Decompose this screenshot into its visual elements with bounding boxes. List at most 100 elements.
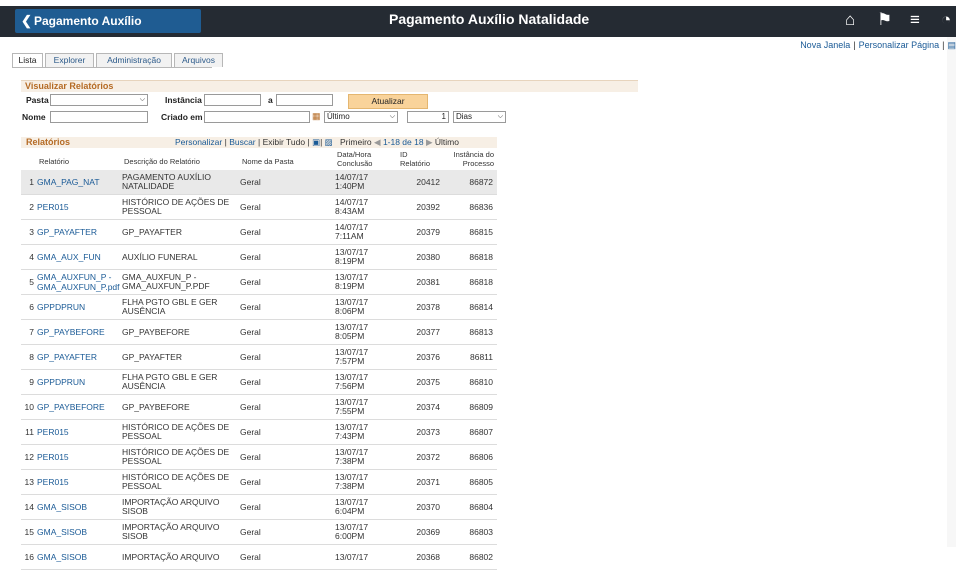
report-description: PAGAMENTO AUXÍLIO NATALIDADE bbox=[122, 170, 240, 195]
table-row[interactable]: 10 GP_PAYBEFORE GP_PAYBEFORE Geral 13/07/17 7… bbox=[21, 394, 497, 420]
header-top-strip bbox=[0, 0, 956, 6]
completion-datetime: 13/07/17 7:55PM bbox=[335, 394, 397, 420]
calendar-icon[interactable]: ▦ bbox=[312, 111, 321, 122]
chevron-left-icon: ❮ bbox=[21, 13, 32, 28]
back-button-label: Pagamento Auxílio Natalidade bbox=[34, 14, 142, 52]
created-on-input[interactable] bbox=[204, 111, 310, 123]
report-link[interactable]: PER015 bbox=[37, 469, 122, 495]
row-number: 4 bbox=[21, 244, 37, 270]
report-link[interactable]: GMA_SISOB bbox=[37, 494, 122, 520]
flag-icon[interactable]: ⚑ bbox=[877, 10, 892, 30]
instance-to-input[interactable] bbox=[276, 94, 333, 106]
table-row[interactable]: 6 GPPDPRUN FLHA PGTO GBL E GER AUSÊNCIA Ger… bbox=[21, 294, 497, 320]
report-link[interactable]: PER015 bbox=[37, 419, 122, 445]
report-link[interactable]: GMA_PAG_NAT bbox=[37, 170, 122, 195]
name-input[interactable] bbox=[50, 111, 148, 123]
col-data-hora[interactable]: Data/Hora Conclusão bbox=[337, 150, 372, 168]
home-icon[interactable]: ⌂ bbox=[845, 10, 855, 30]
table-row[interactable]: 7 GP_PAYBEFORE GP_PAYBEFORE Geral 13/07/17 8:… bbox=[21, 319, 497, 345]
table-row[interactable]: 12 PER015 HISTÓRICO DE AÇÕES DE PESSOAL Ger… bbox=[21, 444, 497, 470]
col-pasta[interactable]: Nome da Pasta bbox=[242, 157, 294, 166]
table-row[interactable]: 16 GMA_SISOB IMPORTAÇÃO ARQUIVO Geral 13/07/… bbox=[21, 544, 497, 570]
folder-label: Pasta bbox=[26, 95, 49, 105]
report-link[interactable]: GP_PAYBEFORE bbox=[37, 394, 122, 420]
instance-from-input[interactable] bbox=[204, 94, 261, 106]
folder-name: Geral bbox=[240, 319, 335, 345]
row-number: 7 bbox=[21, 319, 37, 345]
col-relatorio[interactable]: Relatório bbox=[39, 157, 69, 166]
table-row[interactable]: 1 GMA_PAG_NAT PAGAMENTO AUXÍLIO NATALIDADE… bbox=[21, 170, 497, 195]
tab-lista[interactable]: Lista bbox=[12, 53, 43, 67]
first-page-link[interactable]: Primeiro bbox=[340, 137, 372, 147]
table-row[interactable]: 5 GMA_AUXFUN_P - GMA_AUXFUN_P.pdf GMA_AUXF… bbox=[21, 269, 497, 295]
name-label: Nome bbox=[22, 112, 46, 122]
table-row[interactable]: 2 PER015 HISTÓRICO DE AÇÕES DE PESSOAL Gera… bbox=[21, 194, 497, 220]
report-link[interactable]: GMA_SISOB bbox=[37, 519, 122, 545]
row-number: 15 bbox=[21, 519, 37, 545]
folder-select[interactable]: ⌵ bbox=[50, 94, 148, 106]
tab-explorer[interactable]: Explorer bbox=[45, 53, 94, 67]
personalize-page-link[interactable]: Personalizar Página bbox=[859, 40, 940, 50]
last-page-link[interactable]: Último bbox=[435, 137, 459, 147]
report-link[interactable]: PER015 bbox=[37, 194, 122, 220]
count-input[interactable]: 1 bbox=[407, 111, 449, 123]
report-id: 20370 bbox=[397, 494, 445, 520]
search-grid-link[interactable]: Buscar bbox=[229, 137, 255, 147]
folder-name: Geral bbox=[240, 170, 335, 195]
new-window-link[interactable]: Nova Janela bbox=[800, 40, 850, 50]
col-id-relatorio[interactable]: ID Relatório bbox=[400, 150, 430, 168]
personalize-grid-link[interactable]: Personalizar bbox=[175, 137, 222, 147]
table-row[interactable]: 14 GMA_SISOB IMPORTAÇÃO ARQUIVO SISOB Geral… bbox=[21, 494, 497, 520]
view-reports-header: Visualizar Relatórios bbox=[21, 80, 638, 92]
zoom-grid-icon[interactable]: ▣ bbox=[312, 137, 320, 147]
row-number: 5 bbox=[21, 269, 37, 295]
hamburger-menu-icon[interactable]: ≡ bbox=[910, 10, 920, 30]
page-links: Nova Janela | Personalizar Página | ▤ bbox=[800, 40, 956, 50]
show-all-link[interactable]: Exibir Tudo bbox=[263, 137, 306, 147]
table-row[interactable]: 13 PER015 HISTÓRICO DE AÇÕES DE PESSOAL Ger… bbox=[21, 469, 497, 495]
report-link[interactable]: GMA_AUX_FUN bbox=[37, 244, 122, 270]
help-icon[interactable]: ▤ bbox=[947, 40, 956, 50]
report-id: 20372 bbox=[397, 444, 445, 470]
completion-datetime: 13/07/17 7:43PM bbox=[335, 419, 397, 445]
report-link[interactable]: GP_PAYBEFORE bbox=[37, 319, 122, 345]
process-instance: 86807 bbox=[445, 419, 497, 445]
table-row[interactable]: 4 GMA_AUX_FUN AUXÍLIO FUNERAL Geral 13/07/17… bbox=[21, 244, 497, 270]
report-link[interactable]: GP_PAYAFTER bbox=[37, 219, 122, 245]
navbar-compass-icon[interactable]: ◔ bbox=[941, 10, 951, 30]
next-page-icon[interactable]: ▶ bbox=[426, 137, 435, 147]
right-edge-panel bbox=[947, 37, 956, 547]
unit-select[interactable]: Dias ⌵ bbox=[453, 111, 506, 123]
report-link[interactable]: PER015 bbox=[37, 444, 122, 470]
process-instance: 86836 bbox=[445, 194, 497, 220]
report-link[interactable]: GMA_SISOB bbox=[37, 544, 122, 570]
period-select[interactable]: Último ⌵ bbox=[324, 111, 398, 123]
table-row[interactable]: 9 GPPDPRUN FLHA PGTO GBL E GER AUSÊNCIA Ger… bbox=[21, 369, 497, 395]
prev-page-icon[interactable]: ◀ bbox=[374, 137, 383, 147]
tab-arquivos[interactable]: Arquivos bbox=[174, 53, 223, 67]
report-link[interactable]: GPPDPRUN bbox=[37, 369, 122, 395]
col-instancia[interactable]: Instância do Processo bbox=[446, 150, 494, 168]
col-descricao[interactable]: Descrição do Relatório bbox=[124, 157, 200, 166]
download-excel-icon[interactable]: ▨ bbox=[325, 137, 333, 147]
completion-datetime: 13/07/17 bbox=[335, 544, 397, 570]
row-number: 11 bbox=[21, 419, 37, 445]
table-row[interactable]: 8 GP_PAYAFTER GP_PAYAFTER Geral 13/07/17 7:57… bbox=[21, 344, 497, 370]
back-button[interactable]: ❮ Pagamento Auxílio Natalidade bbox=[15, 9, 201, 52]
completion-datetime: 14/07/17 1:40PM bbox=[335, 170, 397, 195]
report-link[interactable]: GPPDPRUN bbox=[37, 294, 122, 320]
process-instance: 86813 bbox=[445, 319, 497, 345]
report-link[interactable]: GP_PAYAFTER bbox=[37, 344, 122, 370]
table-row[interactable]: 11 PER015 HISTÓRICO DE AÇÕES DE PESSOAL Ger… bbox=[21, 419, 497, 445]
report-link[interactable]: GMA_AUXFUN_P - GMA_AUXFUN_P.pdf bbox=[37, 269, 122, 295]
chevron-down-icon: ⌵ bbox=[389, 113, 395, 120]
report-description: IMPORTAÇÃO ARQUIVO bbox=[122, 544, 240, 570]
completion-datetime: 13/07/17 7:56PM bbox=[335, 369, 397, 395]
process-instance: 86818 bbox=[445, 244, 497, 270]
completion-datetime: 13/07/17 7:38PM bbox=[335, 469, 397, 495]
created-on-label: Criado em bbox=[161, 112, 203, 122]
table-row[interactable]: 15 GMA_SISOB IMPORTAÇÃO ARQUIVO SISOB Geral… bbox=[21, 519, 497, 545]
refresh-button[interactable]: Atualizar bbox=[348, 94, 428, 109]
table-row[interactable]: 3 GP_PAYAFTER GP_PAYAFTER Geral 14/07/17 7:11… bbox=[21, 219, 497, 245]
tab-administracao[interactable]: Administração bbox=[96, 53, 172, 67]
